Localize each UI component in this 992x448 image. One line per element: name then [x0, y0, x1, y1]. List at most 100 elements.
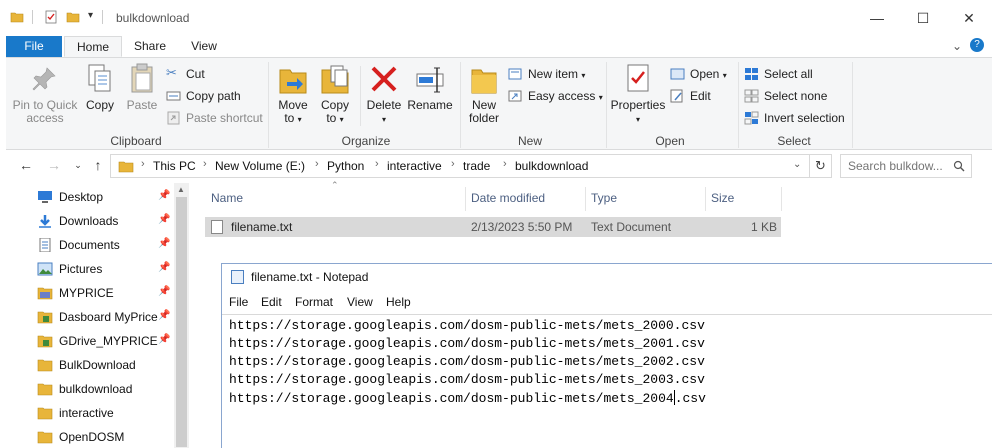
search-input[interactable]: [848, 159, 948, 173]
recent-locations-icon[interactable]: ⌄: [68, 160, 88, 171]
search-box[interactable]: [840, 154, 972, 178]
properties-button[interactable]: Properties ▾: [610, 62, 666, 126]
nav-item-bulkdownload-1[interactable]: BulkDownload: [6, 354, 176, 376]
folder-icon: [37, 359, 53, 372]
maximize-button[interactable]: ☐: [900, 0, 946, 36]
delete-label: Delete: [366, 98, 402, 112]
minimize-button[interactable]: —: [854, 0, 900, 36]
search-icon: [953, 160, 965, 172]
new-folder-button[interactable]: New folder: [464, 62, 504, 125]
pin-icon[interactable]: 📌: [158, 310, 170, 321]
pin-icon[interactable]: 📌: [158, 334, 170, 345]
nav-item-bulkdownload-2[interactable]: bulkdownload: [6, 378, 176, 400]
back-arrow-icon[interactable]: ←: [16, 157, 36, 173]
nav-label: Dasboard MyPrice: [59, 310, 158, 324]
nav-item-myprice[interactable]: MYPRICE 📌: [6, 282, 176, 304]
expand-ribbon-icon[interactable]: ⌄: [952, 39, 962, 53]
column-separator[interactable]: [585, 187, 586, 211]
nav-item-gdrive-myprice[interactable]: GDrive_MYPRICE 📌: [6, 330, 176, 352]
column-header-size[interactable]: Size: [711, 191, 734, 205]
nav-item-opendosm[interactable]: OpenDOSM: [6, 426, 176, 448]
desktop-icon: [38, 191, 52, 203]
breadcrumb-trade[interactable]: trade: [463, 159, 490, 173]
tab-view[interactable]: View: [180, 36, 228, 57]
chevron-right-icon: ›: [141, 158, 145, 170]
paste-shortcut-button[interactable]: Paste shortcut: [166, 108, 263, 128]
breadcrumb-interactive[interactable]: interactive: [387, 159, 442, 173]
address-dropdown-icon[interactable]: ⌄: [793, 159, 801, 170]
copy-path-button[interactable]: Copy path: [166, 86, 241, 106]
paste-button[interactable]: Paste: [122, 62, 162, 112]
close-button[interactable]: ✕: [946, 0, 992, 36]
tab-file[interactable]: File: [6, 36, 62, 57]
properties-check-icon[interactable]: [44, 10, 58, 24]
scroll-up-icon[interactable]: ▲: [177, 185, 185, 194]
paste-label: Paste: [126, 98, 158, 112]
table-row[interactable]: filename.txt 2/13/2023 5:50 PM Text Docu…: [205, 217, 781, 237]
navigation-bar: ← → ⌄ ↑ › This PC › New Volume (E:) › Py…: [6, 151, 992, 183]
notepad-text-area[interactable]: https://storage.googleapis.com/dosm-publ…: [222, 314, 992, 448]
pin-icon[interactable]: 📌: [158, 286, 170, 297]
menu-view[interactable]: View: [347, 295, 373, 309]
column-separator[interactable]: [705, 187, 706, 211]
nav-item-documents[interactable]: Documents 📌: [6, 234, 176, 256]
menu-format[interactable]: Format: [295, 295, 333, 309]
column-header-type[interactable]: Type: [591, 191, 617, 205]
pin-icon[interactable]: 📌: [158, 238, 170, 249]
menu-help[interactable]: Help: [386, 295, 411, 309]
open-button[interactable]: Open ▾: [670, 64, 727, 84]
address-bar[interactable]: › This PC › New Volume (E:) › Python › i…: [110, 154, 832, 178]
breadcrumb-this-pc[interactable]: This PC: [153, 159, 196, 173]
column-separator[interactable]: [781, 187, 782, 211]
nav-label: bulkdownload: [59, 382, 133, 396]
pin-icon[interactable]: 📌: [158, 262, 170, 273]
nav-label: Documents: [59, 238, 120, 252]
folder-icon: [37, 407, 53, 420]
nav-item-pictures[interactable]: Pictures 📌: [6, 258, 176, 280]
group-label-new: New: [517, 134, 542, 148]
nav-label: Downloads: [59, 214, 119, 228]
breadcrumb-bulkdownload[interactable]: bulkdownload: [515, 159, 588, 173]
refresh-icon[interactable]: ↻: [815, 158, 826, 174]
select-all-button[interactable]: Select all: [744, 64, 813, 84]
menu-file[interactable]: File: [229, 295, 248, 309]
easy-access-button[interactable]: Easy access ▾: [508, 86, 603, 106]
new-item-button[interactable]: New item ▾: [508, 64, 585, 84]
file-date-modified: 2/13/2023 5:50 PM: [471, 220, 573, 234]
nav-item-downloads[interactable]: Downloads 📌: [6, 210, 176, 232]
copy-to-button[interactable]: Copy to ▾: [316, 62, 354, 126]
select-none-button[interactable]: Select none: [744, 86, 827, 106]
cut-button[interactable]: ✂ Cut: [166, 64, 205, 84]
column-header-name[interactable]: Name: [211, 191, 243, 205]
pin-icon[interactable]: 📌: [158, 214, 170, 225]
dropdown-arrow-icon: ▾: [722, 71, 727, 80]
column-separator[interactable]: [465, 187, 466, 211]
menu-edit[interactable]: Edit: [261, 295, 282, 309]
scrollbar-thumb[interactable]: [176, 197, 187, 447]
pin-icon[interactable]: 📌: [158, 190, 170, 201]
nav-pane-scrollbar[interactable]: ▲: [174, 183, 189, 448]
customize-qat-icon[interactable]: ▾: [88, 10, 93, 21]
folder-icon: [37, 335, 53, 348]
breadcrumb-new-volume[interactable]: New Volume (E:): [215, 159, 305, 173]
forward-arrow-icon[interactable]: →: [44, 157, 64, 173]
nav-item-desktop[interactable]: Desktop 📌: [6, 186, 176, 208]
delete-button[interactable]: Delete ▾: [364, 62, 404, 126]
edit-icon: [670, 89, 683, 103]
nav-label: GDrive_MYPRICE: [59, 334, 158, 348]
nav-item-interactive[interactable]: interactive: [6, 402, 176, 424]
move-to-button[interactable]: Move to ▾: [274, 62, 312, 126]
rename-button[interactable]: Rename: [406, 62, 454, 112]
help-icon[interactable]: ?: [970, 38, 984, 52]
edit-button[interactable]: Edit: [670, 86, 711, 106]
pin-to-quick-access-button[interactable]: Pin to Quick access: [10, 62, 80, 125]
tab-home[interactable]: Home: [64, 36, 122, 57]
invert-selection-button[interactable]: Invert selection: [744, 108, 845, 128]
copy-button[interactable]: Copy: [82, 62, 118, 112]
up-arrow-icon[interactable]: ↑: [88, 157, 108, 173]
column-header-date-modified[interactable]: Date modified: [471, 191, 545, 205]
new-folder-icon[interactable]: [66, 10, 80, 24]
nav-item-dasboard-myprice[interactable]: Dasboard MyPrice 📌: [6, 306, 176, 328]
breadcrumb-python[interactable]: Python: [327, 159, 364, 173]
tab-share[interactable]: Share: [126, 36, 174, 57]
